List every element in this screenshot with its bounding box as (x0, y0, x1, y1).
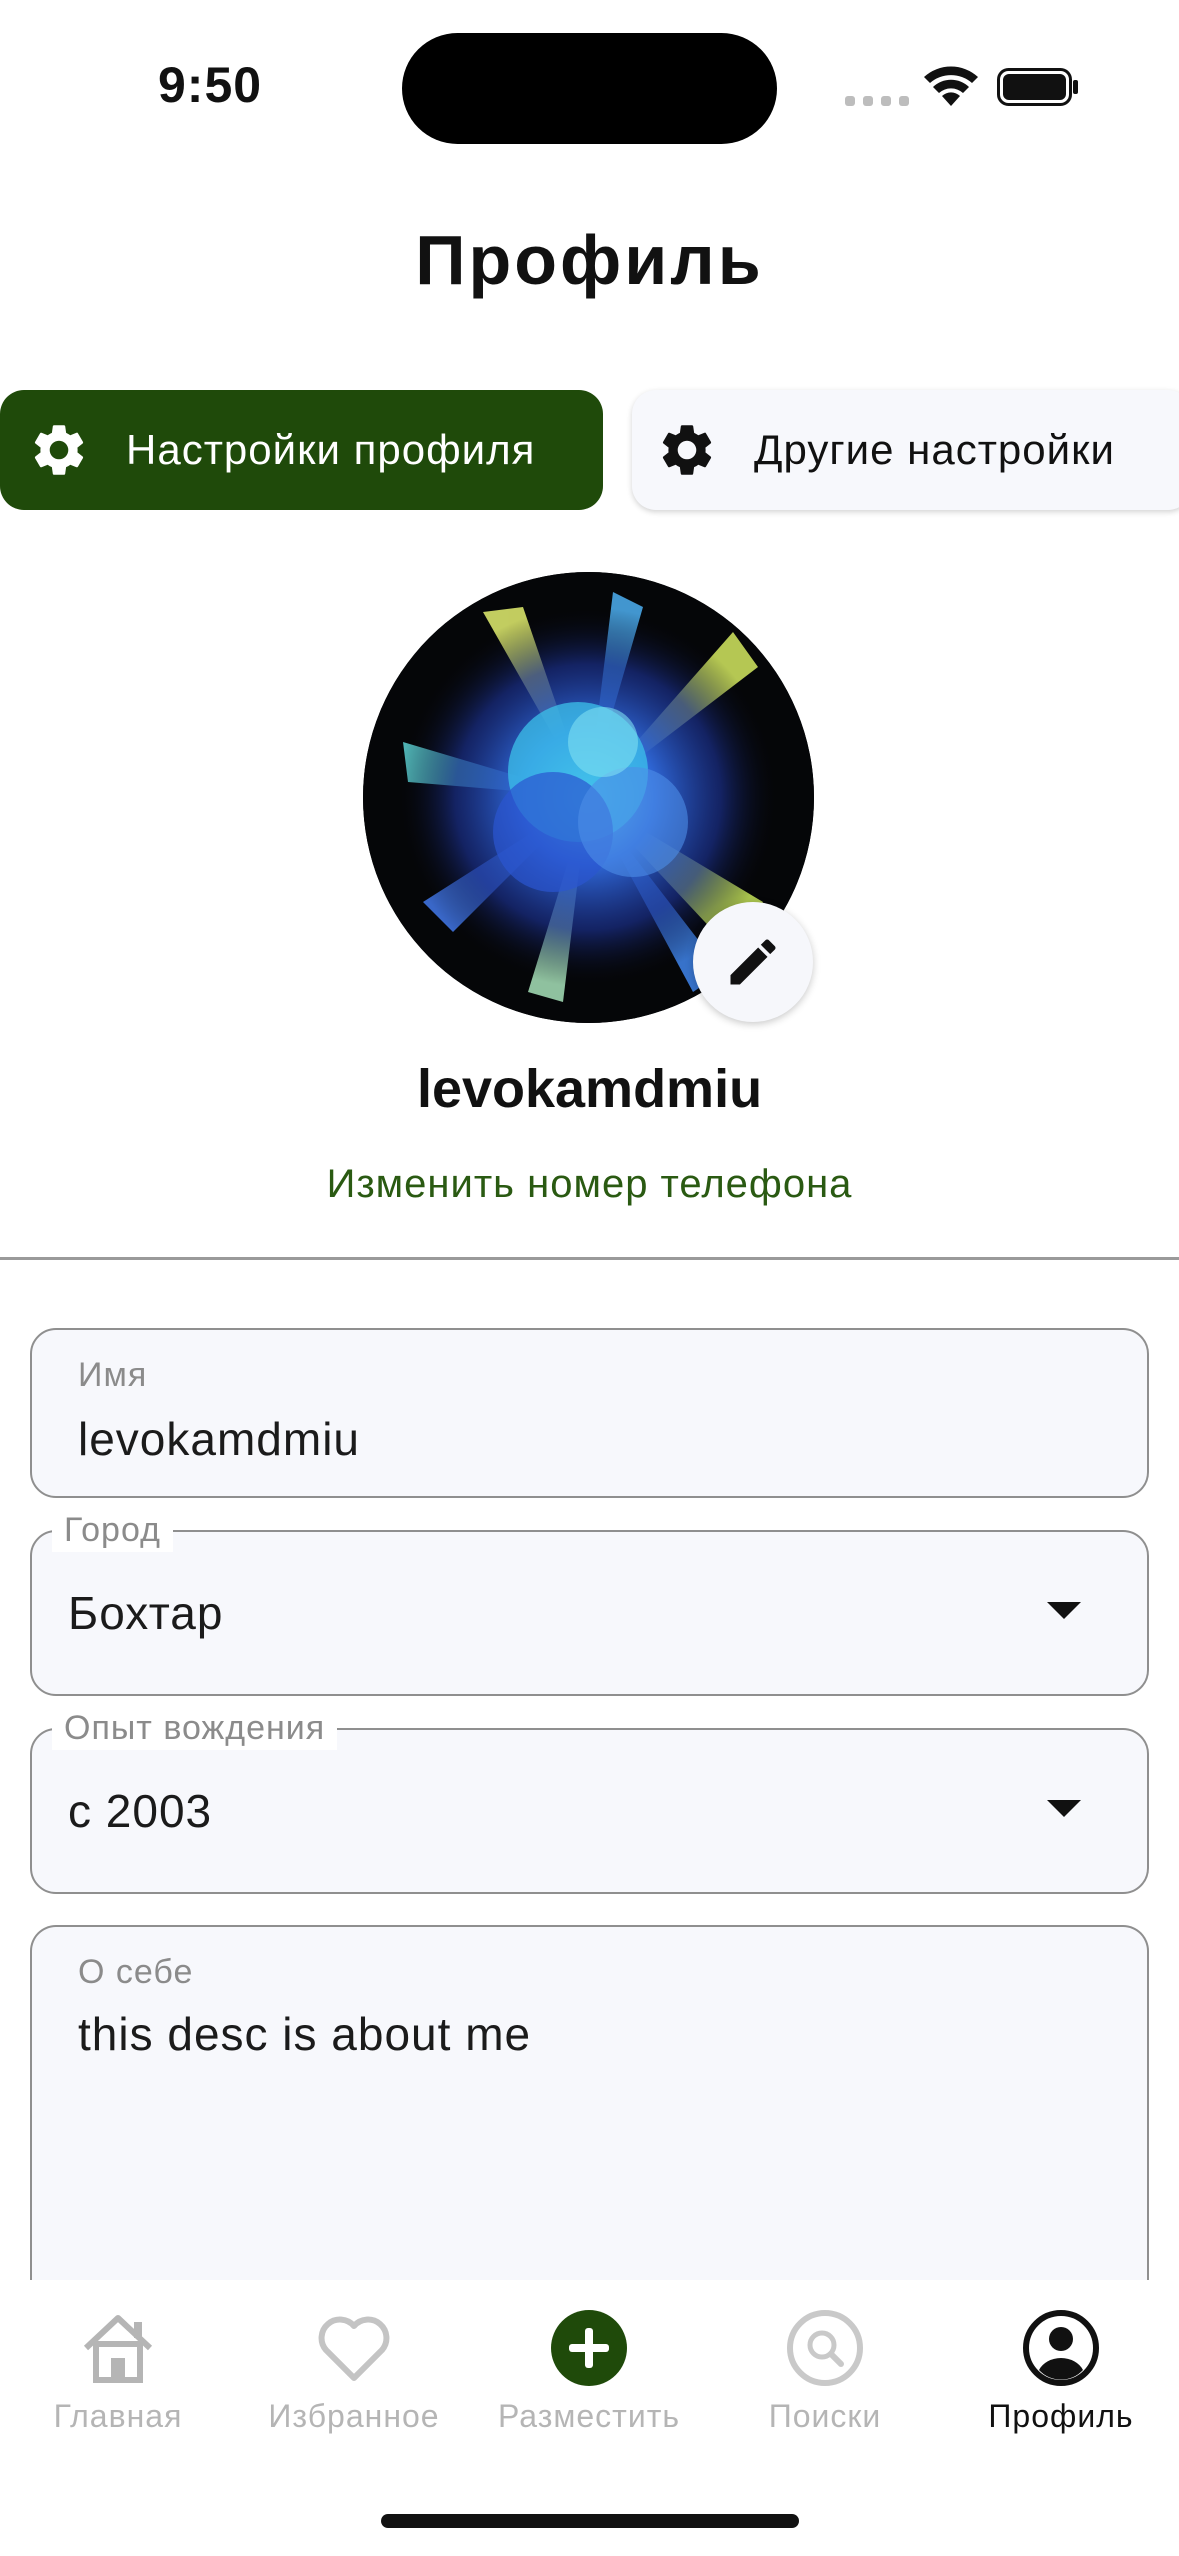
nav-label-post: Разместить (497, 2398, 681, 2434)
city-select[interactable]: Город Бохтар (30, 1508, 1149, 1696)
edit-avatar-button[interactable] (693, 902, 813, 1022)
city-select-value: Бохтар (68, 1587, 224, 1639)
home-icon (83, 2315, 153, 2383)
home-indicator[interactable] (381, 2514, 799, 2528)
about-me-label: О себе (78, 1953, 194, 1991)
add-circle-icon (551, 2310, 627, 2386)
city-select-label: Город (52, 1508, 173, 1552)
wifi-icon (924, 66, 978, 106)
gear-icon (34, 425, 84, 475)
driving-experience-value: с 2003 (68, 1785, 213, 1837)
profile-username: levokamdmiu (416, 1059, 763, 1119)
account-icon (1023, 2310, 1099, 2386)
driving-experience-label: Опыт вождения (52, 1706, 338, 1750)
nav-label-favorites: Избранное (268, 2398, 440, 2434)
dropdown-arrow-icon (1047, 1602, 1081, 1619)
driving-experience-select[interactable]: Опыт вождения с 2003 (30, 1706, 1149, 1894)
name-field[interactable]: Имя levokamdmiu (30, 1328, 1149, 1498)
divider (0, 1257, 1179, 1260)
dynamic-island (402, 33, 777, 144)
cellular-signal-icon (845, 96, 909, 106)
battery-icon (997, 68, 1078, 106)
name-field-value: levokamdmiu (78, 1413, 360, 1465)
tab-other-settings[interactable]: Другие настройки (632, 390, 1179, 510)
about-me-value: this desc is about me (78, 2008, 532, 2060)
change-phone-link[interactable]: Изменить номер телефона (0, 1162, 1179, 1207)
search-icon (787, 2310, 863, 2386)
nav-item-home[interactable]: Главная (3, 2308, 233, 2435)
nav-label-profile: Профиль (988, 2398, 1134, 2434)
nav-item-post[interactable]: Разместить (474, 2308, 704, 2435)
nav-item-searches[interactable]: Поиски (710, 2308, 940, 2435)
nav-item-favorites[interactable]: Избранное (239, 2308, 469, 2435)
name-field-label: Имя (78, 1356, 148, 1394)
dropdown-arrow-icon (1047, 1800, 1081, 1817)
tab-label: Другие настройки (754, 426, 1115, 473)
pencil-icon (730, 939, 776, 985)
nav-label-searches: Поиски (768, 2398, 882, 2434)
tab-profile-settings[interactable]: Настройки профиля (0, 390, 603, 510)
nav-label-home: Главная (53, 2398, 183, 2434)
gear-icon (662, 425, 712, 475)
page-title: Профиль (415, 221, 764, 299)
heart-icon (318, 2316, 390, 2381)
about-me-field[interactable]: О себе this desc is about me (30, 1925, 1149, 2325)
status-time: 9:50 (158, 57, 263, 113)
tab-label: Настройки профиля (126, 426, 536, 473)
nav-item-profile[interactable]: Профиль (946, 2308, 1176, 2435)
